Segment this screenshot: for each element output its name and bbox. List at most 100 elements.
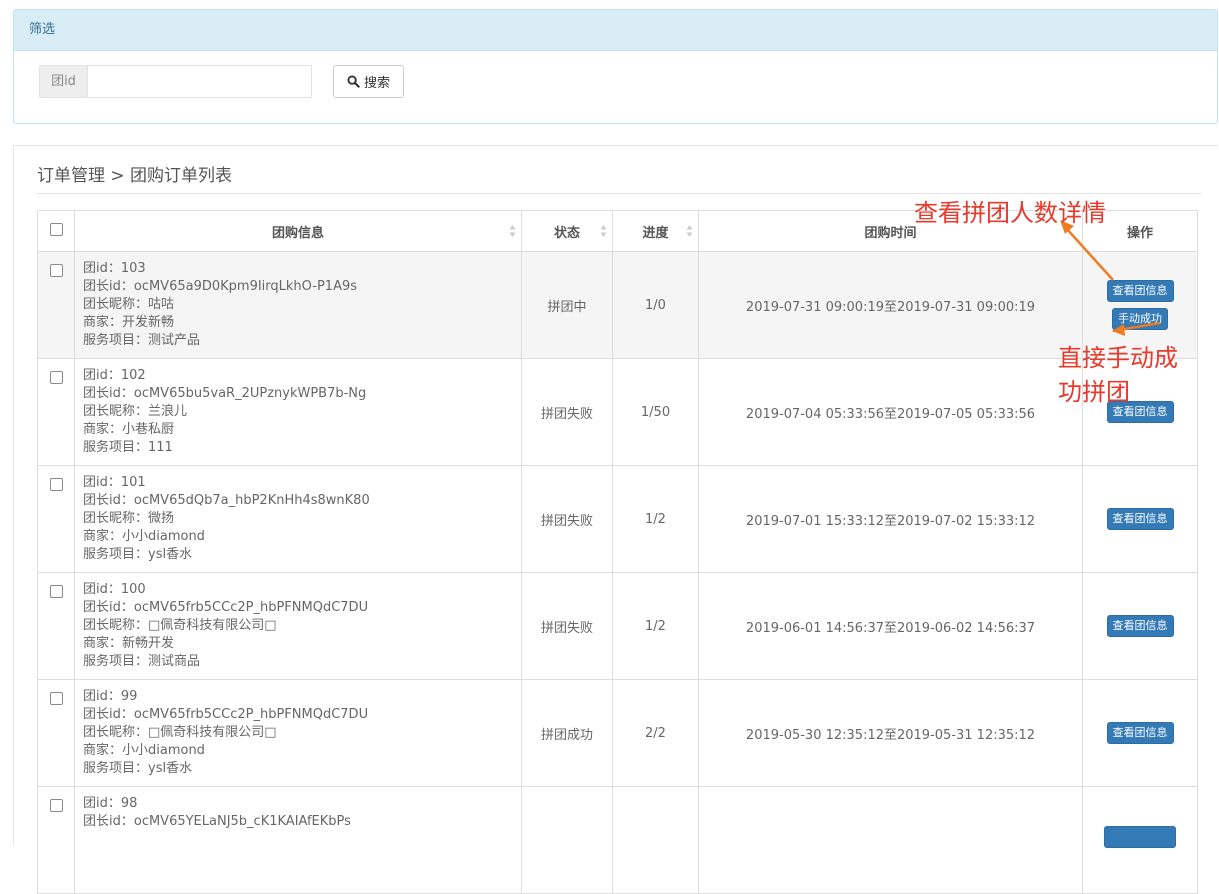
- search-button-label: 搜索: [363, 76, 390, 91]
- row-checkbox[interactable]: [49, 478, 63, 491]
- header-action-label: 操作: [1126, 225, 1153, 241]
- merchant: 商家：开发新畅: [83, 315, 175, 330]
- progress-cell: 1/2: [612, 465, 699, 573]
- search-button[interactable]: 搜索: [333, 65, 404, 98]
- search-icon: [347, 75, 360, 88]
- table-row: 团id：102 团长id：ocMV65bu5vaR_2UPznykWPB7b-N…: [37, 358, 1198, 466]
- header-status-label: 状态: [553, 225, 580, 241]
- manual-success-button[interactable]: 手动成功: [1112, 308, 1168, 330]
- divider: [36, 193, 1202, 194]
- merchant: 商家：小小diamond: [83, 743, 205, 758]
- table-row: 团id：98 团长id：ocMV65YELaNJ5b_cK1KAIAfEKbPs: [37, 786, 1198, 894]
- progress-cell: 1/2: [612, 572, 699, 680]
- filter-panel: 筛选 团id 搜索: [13, 9, 1218, 124]
- table-row: 团id：103 团长id：ocMV65a9D0Kpm9IirqLkhO-P1A9…: [37, 251, 1198, 359]
- time-cell: 2019-06-01 14:56:37至2019-06-02 14:56:37: [698, 572, 1083, 680]
- action-cell: 查看团信息: [1082, 572, 1198, 680]
- header-status[interactable]: 状态: [521, 210, 613, 252]
- leader-id: 团长id：ocMV65YELaNJ5b_cK1KAIAfEKbPs: [83, 814, 351, 829]
- status-cell: [521, 786, 613, 894]
- view-group-button[interactable]: 查看团信息: [1106, 280, 1174, 302]
- status-cell: 拼团成功: [521, 679, 613, 787]
- merchant: 商家：小小diamond: [83, 529, 205, 544]
- row-checkbox[interactable]: [49, 585, 63, 598]
- group-info-cell: 团id：99 团长id：ocMV65frb5CCc2P_hbPFNMQdC7DU…: [74, 679, 522, 787]
- row-select-cell: [37, 572, 75, 680]
- row-checkbox[interactable]: [49, 371, 63, 384]
- view-group-button[interactable]: [1104, 826, 1176, 848]
- sort-icon: [600, 225, 607, 237]
- row-checkbox[interactable]: [49, 264, 63, 277]
- view-group-button[interactable]: 查看团信息: [1106, 508, 1174, 530]
- group-order-table: 团购信息 状态 进度 团购时间 操作 团id：103 团长id：ocMV65a9…: [37, 210, 1198, 894]
- row-checkbox[interactable]: [49, 799, 63, 812]
- group-id: 团id：98: [83, 796, 138, 811]
- leader-nickname: 团长昵称：兰浪儿: [83, 404, 188, 419]
- row-select-cell: [37, 679, 75, 787]
- select-all-checkbox[interactable]: [49, 222, 63, 236]
- status-cell: 拼团失败: [521, 572, 613, 680]
- leader-nickname: 团长昵称：微扬: [83, 511, 175, 526]
- select-all-cell: [37, 210, 75, 252]
- group-info-cell: 团id：101 团长id：ocMV65dQb7a_hbP2KnHh4s8wnK8…: [74, 465, 522, 573]
- annotation-manual-success-line1: 直接手动成: [1058, 344, 1178, 372]
- progress-cell: 1/50: [612, 358, 699, 466]
- time-cell: 2019-07-01 15:33:12至2019-07-02 15:33:12: [698, 465, 1083, 573]
- time-cell: 2019-07-31 09:00:19至2019-07-31 09:00:19: [698, 251, 1083, 359]
- leader-nickname: 团长昵称：咕咕: [83, 297, 175, 312]
- merchant: 商家：小巷私厨: [83, 422, 175, 437]
- progress-cell: 2/2: [612, 679, 699, 787]
- row-select-cell: [37, 358, 75, 466]
- service-item: 服务项目：111: [83, 440, 173, 455]
- action-cell: [1082, 786, 1198, 894]
- row-select-cell: [37, 251, 75, 359]
- group-id-input[interactable]: [87, 65, 312, 98]
- view-group-button[interactable]: 查看团信息: [1106, 615, 1174, 637]
- progress-cell: [612, 786, 699, 894]
- action-cell: 查看团信息: [1082, 679, 1198, 787]
- service-item: 服务项目：测试商品: [83, 654, 201, 669]
- time-cell: 2019-07-04 05:33:56至2019-07-05 05:33:56: [698, 358, 1083, 466]
- group-id: 团id：102: [83, 368, 146, 383]
- group-id-input-group: 团id: [39, 65, 312, 98]
- header-time-label: 团购时间: [864, 225, 917, 241]
- group-info-cell: 团id：103 团长id：ocMV65a9D0Kpm9IirqLkhO-P1A9…: [74, 251, 522, 359]
- group-info-cell: 团id：98 团长id：ocMV65YELaNJ5b_cK1KAIAfEKbPs: [74, 786, 522, 894]
- status-cell: 拼团失败: [521, 465, 613, 573]
- service-item: 服务项目：ysl香水: [83, 761, 193, 776]
- leader-id: 团长id：ocMV65dQb7a_hbP2KnHh4s8wnK80: [83, 493, 370, 508]
- header-info-label: 团购信息: [271, 225, 324, 241]
- leader-nickname: 团长昵称：□佩奇科技有限公司□: [83, 725, 277, 740]
- breadcrumb: 订单管理 > 团购订单列表: [37, 166, 233, 186]
- action-cell: 查看团信息: [1082, 465, 1198, 573]
- row-checkbox[interactable]: [49, 692, 63, 705]
- merchant: 商家：新畅开发: [83, 636, 175, 651]
- sort-icon: [509, 225, 516, 237]
- row-select-cell: [37, 786, 75, 894]
- table-row: 团id：100 团长id：ocMV65frb5CCc2P_hbPFNMQdC7D…: [37, 572, 1198, 680]
- action-cell: 查看团信息: [1082, 358, 1198, 466]
- table-row: 团id：101 团长id：ocMV65dQb7a_hbP2KnHh4s8wnK8…: [37, 465, 1198, 573]
- group-info-cell: 团id：102 团长id：ocMV65bu5vaR_2UPznykWPB7b-N…: [74, 358, 522, 466]
- leader-nickname: 团长昵称：□佩奇科技有限公司□: [83, 618, 277, 633]
- leader-id: 团长id：ocMV65frb5CCc2P_hbPFNMQdC7DU: [83, 707, 369, 722]
- leader-id: 团长id：ocMV65frb5CCc2P_hbPFNMQdC7DU: [83, 600, 369, 615]
- header-progress[interactable]: 进度: [612, 210, 699, 252]
- group-id: 团id：103: [83, 261, 146, 276]
- row-select-cell: [37, 465, 75, 573]
- leader-id: 团长id：ocMV65a9D0Kpm9IirqLkhO-P1A9s: [83, 279, 358, 294]
- group-id: 团id：99: [83, 689, 138, 704]
- status-cell: 拼团失败: [521, 358, 613, 466]
- view-group-button[interactable]: 查看团信息: [1106, 722, 1174, 744]
- progress-cell: 1/0: [612, 251, 699, 359]
- filter-title: 筛选: [14, 10, 1217, 51]
- table-row: 团id：99 团长id：ocMV65frb5CCc2P_hbPFNMQdC7DU…: [37, 679, 1198, 787]
- leader-id: 团长id：ocMV65bu5vaR_2UPznykWPB7b-Ng: [83, 386, 367, 401]
- header-progress-label: 进度: [642, 225, 669, 241]
- service-item: 服务项目：测试产品: [83, 333, 201, 348]
- header-info[interactable]: 团购信息: [74, 210, 522, 252]
- annotation-manual-success-line2: 功拼团: [1058, 378, 1130, 406]
- group-id: 团id：100: [83, 582, 146, 597]
- time-cell: [698, 786, 1083, 894]
- service-item: 服务项目：ysl香水: [83, 547, 193, 562]
